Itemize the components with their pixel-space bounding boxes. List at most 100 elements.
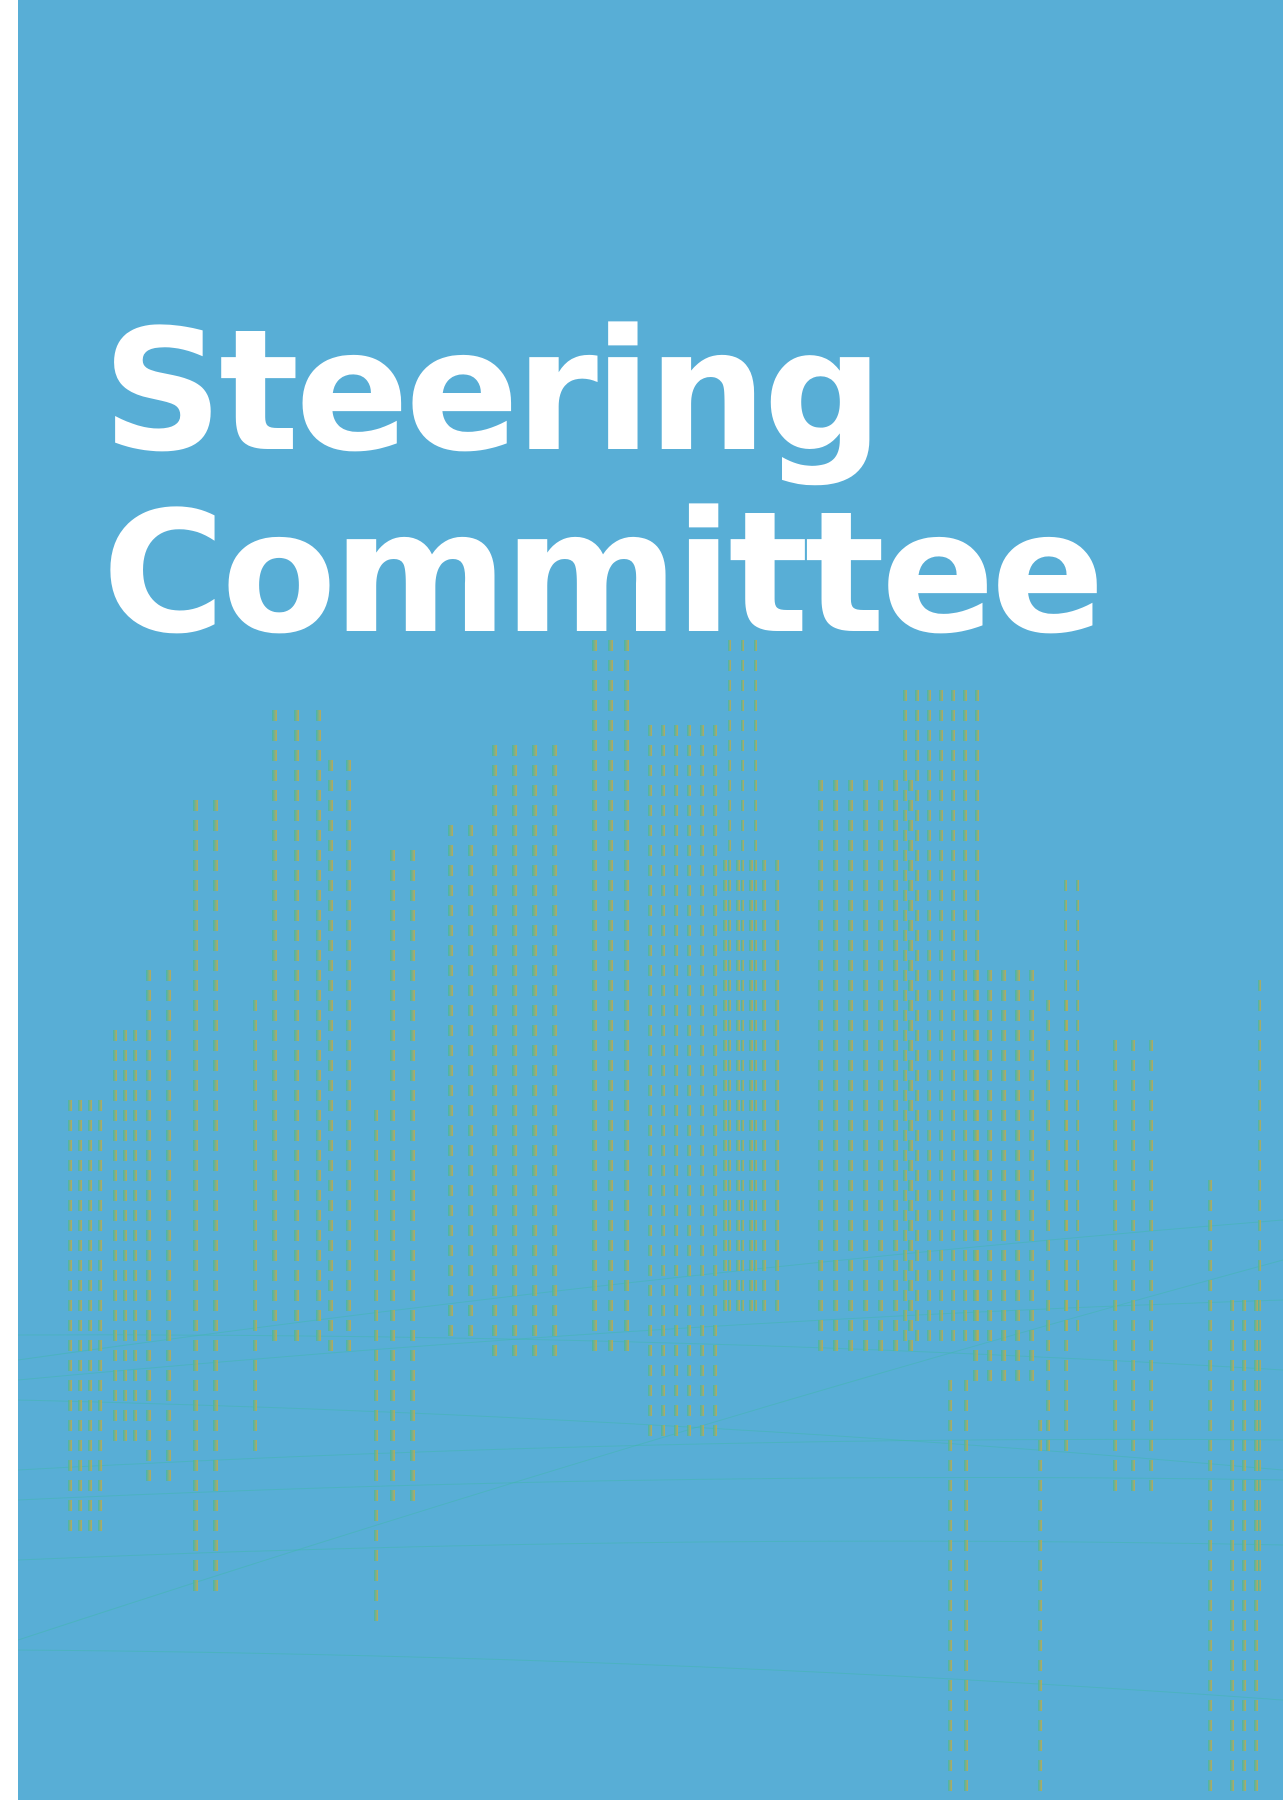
skyline-dash bbox=[915, 730, 919, 741]
skyline-dash bbox=[661, 885, 665, 896]
skyline-dash bbox=[713, 1025, 717, 1036]
skyline-dash bbox=[749, 1060, 753, 1071]
skyline-dash bbox=[113, 1330, 117, 1341]
skyline-dash bbox=[166, 1390, 171, 1401]
skyline-dash bbox=[687, 765, 691, 776]
skyline-dash bbox=[1230, 1740, 1234, 1751]
skyline-dash bbox=[1208, 1540, 1212, 1551]
skyline-dash bbox=[1208, 1620, 1212, 1631]
skyline-dash bbox=[1149, 1320, 1153, 1331]
skyline-dash bbox=[908, 1220, 913, 1231]
skyline-dash bbox=[687, 1025, 691, 1036]
skyline-dash bbox=[410, 1350, 415, 1361]
skyline-dash bbox=[848, 1180, 853, 1191]
skyline-dash bbox=[749, 1300, 753, 1311]
skyline-dash bbox=[939, 830, 943, 841]
skyline-dash bbox=[492, 1065, 497, 1076]
skyline-dash bbox=[512, 1205, 517, 1216]
skyline-dash bbox=[893, 1240, 898, 1251]
skyline-dash bbox=[762, 1220, 766, 1231]
skyline-dash bbox=[123, 1110, 127, 1121]
skyline-dash bbox=[410, 1030, 415, 1041]
skyline-dash bbox=[1113, 1260, 1117, 1271]
skyline-dash bbox=[1029, 1310, 1034, 1321]
skyline-dash bbox=[133, 1070, 137, 1081]
skyline-dash bbox=[193, 1200, 198, 1211]
skyline-dash bbox=[166, 1310, 171, 1321]
skyline-dash bbox=[948, 1700, 952, 1711]
skyline-dash bbox=[700, 1125, 704, 1136]
skyline-dash bbox=[948, 1400, 952, 1411]
skyline-dash bbox=[272, 1190, 277, 1201]
skyline-dash bbox=[294, 1150, 299, 1161]
skyline-dash bbox=[1064, 1340, 1068, 1351]
skyline-dash bbox=[532, 925, 537, 936]
skyline-dash bbox=[723, 1260, 727, 1271]
skyline-dash bbox=[927, 1070, 931, 1081]
skyline-dash bbox=[833, 920, 838, 931]
skyline-dash bbox=[328, 760, 333, 771]
skyline-dash bbox=[328, 800, 333, 811]
skyline-dash bbox=[1131, 1180, 1135, 1191]
skyline-dash bbox=[1038, 1420, 1042, 1431]
skyline-dash bbox=[762, 940, 766, 951]
skyline-dash bbox=[863, 1220, 868, 1231]
skyline-dash bbox=[963, 710, 967, 721]
skyline-dash bbox=[68, 1400, 72, 1411]
skyline-dash bbox=[741, 1280, 744, 1291]
skyline-dash bbox=[963, 790, 967, 801]
skyline-dash bbox=[624, 1260, 629, 1271]
skyline-dash bbox=[78, 1120, 82, 1131]
skyline-dash bbox=[893, 940, 898, 951]
skyline-dash bbox=[863, 1340, 868, 1351]
skyline-dash bbox=[903, 1310, 907, 1321]
skyline-dash bbox=[915, 1270, 919, 1281]
skyline-dash bbox=[1149, 1080, 1153, 1091]
skyline-dash bbox=[1242, 1580, 1246, 1591]
skyline-dash bbox=[908, 820, 913, 831]
skyline-dash bbox=[512, 905, 517, 916]
skyline-dash bbox=[68, 1280, 72, 1291]
skyline-dash bbox=[1001, 1130, 1006, 1141]
skyline-dash bbox=[272, 1070, 277, 1081]
skyline-dash bbox=[512, 825, 517, 836]
skyline-dash bbox=[661, 965, 665, 976]
skyline-dash bbox=[700, 1405, 704, 1416]
skyline-dash bbox=[552, 885, 557, 896]
skyline-dash bbox=[193, 1060, 198, 1071]
skyline-dash bbox=[512, 1245, 517, 1256]
skyline-dash bbox=[973, 1030, 978, 1041]
skyline-dash bbox=[741, 860, 744, 871]
skyline-dash bbox=[648, 1165, 652, 1176]
skyline-dash bbox=[78, 1420, 82, 1431]
skyline-dash bbox=[741, 680, 744, 691]
skyline-dash bbox=[346, 880, 351, 891]
skyline-dash bbox=[294, 1290, 299, 1301]
skyline-dash bbox=[728, 1120, 731, 1131]
skyline-dash bbox=[1046, 1180, 1050, 1191]
skyline-dash bbox=[1076, 960, 1079, 971]
skyline-dash bbox=[166, 1430, 171, 1441]
skyline-dash bbox=[951, 1230, 955, 1241]
skyline-dash bbox=[749, 1000, 753, 1011]
skyline-dash bbox=[390, 1290, 395, 1301]
skyline-dash bbox=[1208, 1300, 1212, 1311]
skyline-dash bbox=[987, 1170, 992, 1181]
skyline-dash bbox=[749, 1220, 753, 1231]
skyline-dash bbox=[328, 880, 333, 891]
skyline-dash bbox=[448, 905, 453, 916]
skyline-dash bbox=[661, 1145, 665, 1156]
skyline-dash bbox=[592, 920, 597, 931]
skyline-dash bbox=[951, 690, 955, 701]
skyline-dash bbox=[193, 1480, 198, 1491]
skyline-dash bbox=[1076, 980, 1079, 991]
skyline-dash bbox=[410, 910, 415, 921]
skyline-dash bbox=[1131, 1160, 1135, 1171]
skyline-dash bbox=[146, 1350, 151, 1361]
skyline-dash bbox=[908, 1080, 913, 1091]
skyline-dash bbox=[253, 1400, 257, 1411]
skyline-dash bbox=[927, 1190, 931, 1201]
skyline-dash bbox=[687, 1405, 691, 1416]
skyline-dash bbox=[390, 1390, 395, 1401]
skyline-dash bbox=[113, 1270, 117, 1281]
